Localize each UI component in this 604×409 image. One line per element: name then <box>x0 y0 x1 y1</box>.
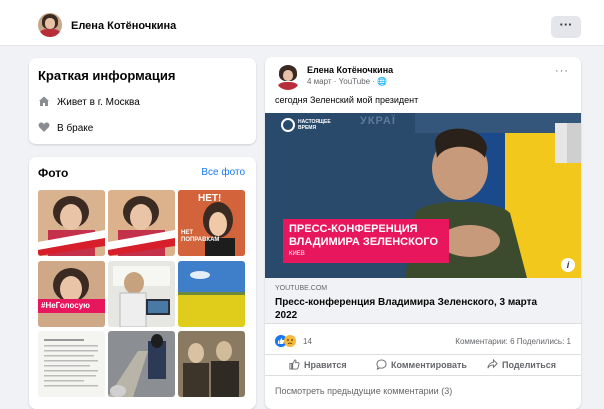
share-icon <box>487 358 498 369</box>
photo-tile-9[interactable] <box>178 331 245 397</box>
intro-title: Краткая информация <box>38 68 176 83</box>
relationship-row: В браке <box>38 121 93 134</box>
hashtag-label: #НеГолосую <box>41 301 90 310</box>
post-more-button[interactable]: ··· <box>555 65 569 77</box>
photo-rapeseed-field <box>178 261 245 327</box>
comment-button-label: Комментировать <box>391 360 467 370</box>
photo-woman-laptop <box>108 261 175 327</box>
lives-in-text: Живет в г. Москва <box>57 97 140 108</box>
video-title-banner: ПРЕСС-КОНФЕРЕНЦИЯ ВЛАДИМИРА ЗЕЛЕНСКОГО К… <box>283 219 449 263</box>
more-options-button[interactable]: ··· <box>551 16 581 38</box>
profile-name[interactable]: Елена Котёночкина <box>71 20 176 32</box>
photos-card: Фото Все фото НЕТ! НЕТ ПОПРАВКАМ #НеГоло… <box>29 157 256 409</box>
comment-button[interactable]: Комментировать <box>376 359 467 371</box>
photo-tile-7[interactable] <box>38 331 105 397</box>
info-button[interactable]: i <box>561 258 575 272</box>
photo-old-family <box>178 331 245 397</box>
photo-portrait-hashtag <box>38 261 105 327</box>
view-previous-comments-link[interactable]: Посмотреть предыдущие комментарии (3) <box>275 386 452 396</box>
channel-name: НАСТОЯЩЕЕ ВРЕМЯ <box>298 119 331 131</box>
banner-location: КИЕВ <box>289 251 305 257</box>
intro-card: Краткая информация Живет в г. Москва В б… <box>29 58 256 144</box>
comment-icon <box>376 359 387 371</box>
thumbs-up-icon <box>289 359 300 370</box>
link-domain: YOUTUBE.COM <box>275 285 328 292</box>
photos-title: Фото <box>38 166 69 180</box>
banner-line-2: ВЛАДИМИРА ЗЕЛЕНСКОГО <box>289 236 439 248</box>
photo-tile-2[interactable] <box>108 190 175 256</box>
link-preview[interactable]: YOUTUBE.COM Пресс-конференция Владимира … <box>265 278 581 324</box>
share-button[interactable]: Поделиться <box>487 358 557 370</box>
photo-tile-3[interactable]: НЕТ! НЕТ ПОПРАВКАМ <box>178 190 245 256</box>
share-button-label: Поделиться <box>502 360 557 370</box>
net-label: НЕТ! <box>198 193 222 204</box>
reaction-count[interactable]: 14 <box>303 337 312 346</box>
photo-tile-6[interactable] <box>178 261 245 327</box>
scrollbar-thumb[interactable] <box>567 123 581 163</box>
post-text: сегодня Зеленский мой президент <box>275 95 419 105</box>
channel-logo <box>281 118 295 132</box>
post-author-name[interactable]: Елена Котёночкина <box>307 65 393 75</box>
banner-line-1: ПРЕСС-КОНФЕРЕНЦИЯ <box>289 223 418 235</box>
home-icon <box>39 96 49 106</box>
like-button[interactable]: Нравится <box>289 359 347 370</box>
post-author-avatar[interactable] <box>275 64 301 90</box>
reactions-bar: 14 Комментарии: 6 Поделились: 1 <box>275 335 575 349</box>
profile-avatar[interactable] <box>38 13 62 37</box>
photo-tile-5[interactable] <box>108 261 175 327</box>
photo-document <box>38 331 105 397</box>
link-title[interactable]: Пресс-конференция Владимира Зеленского, … <box>275 296 560 322</box>
comment-share-stats[interactable]: Комментарии: 6 Поделились: 1 <box>455 337 571 346</box>
video-bg-text: УКРАЇ <box>360 115 396 127</box>
net-popravkam-label: НЕТ ПОПРАВКАМ <box>181 230 220 243</box>
relationship-text: В браке <box>57 123 94 134</box>
photo-tile-4[interactable]: #НеГолосую <box>38 261 105 327</box>
all-photos-link[interactable]: Все фото <box>201 167 245 178</box>
sad-reaction-icon[interactable] <box>284 335 296 347</box>
lives-in-row: Живет в г. Москва <box>38 95 140 108</box>
heart-icon <box>38 122 50 132</box>
post-meta: 4 март · YouTube · 🌐 <box>307 77 388 86</box>
photo-street-people <box>108 331 175 397</box>
like-button-label: Нравится <box>304 360 347 370</box>
post-card: Елена Котёночкина 4 март · YouTube · 🌐 ·… <box>265 57 581 409</box>
profile-header-bar: Елена Котёночкина ··· <box>0 0 604 46</box>
photo-tile-1[interactable] <box>38 190 105 256</box>
photo-portrait-flag <box>38 190 105 256</box>
video-preview[interactable]: НАСТОЯЩЕЕ ВРЕМЯ УКРАЇ ПРЕСС-КОНФЕРЕНЦИЯ … <box>265 113 581 278</box>
post-actions: Нравится Комментировать Поделиться <box>265 354 581 376</box>
photo-portrait-flag-2 <box>108 190 175 256</box>
photo-tile-8[interactable] <box>108 331 175 397</box>
